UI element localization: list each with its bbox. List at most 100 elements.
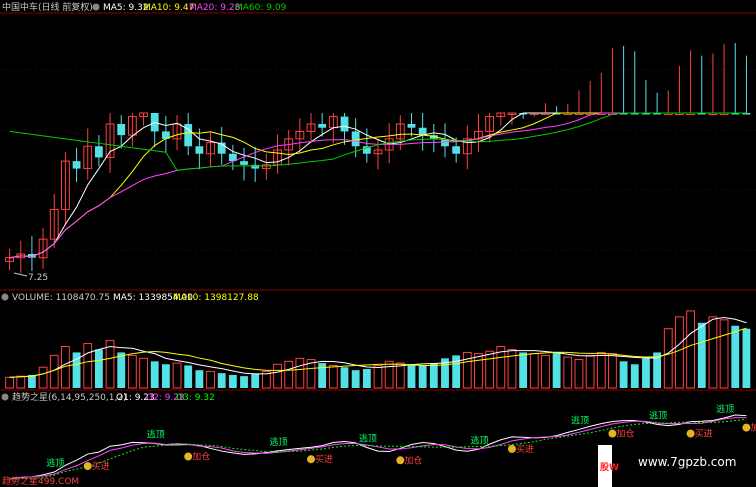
volume-bar — [351, 370, 360, 388]
volume-bar — [485, 350, 495, 389]
watermark-side-text: 股W — [600, 462, 619, 473]
candle-body — [117, 124, 126, 136]
volume-bar — [217, 373, 226, 388]
volume-bar — [139, 357, 148, 389]
add-position-tag: 加仓 — [192, 451, 210, 463]
escape-top-tag: 逃顶 — [470, 434, 488, 446]
volume-bar — [596, 351, 606, 389]
volume-ma10-readout: MA10: 1398127.88 — [173, 293, 259, 303]
watermark-bottom-left: 趋势之星499.COM — [2, 475, 79, 487]
ma5-readout: MA5: 9.32 — [103, 3, 149, 13]
volume-bars-layer — [5, 310, 751, 389]
volume-bar — [608, 353, 617, 389]
volume-bar — [462, 351, 472, 389]
escape-top-tag: 逃顶 — [359, 433, 377, 445]
watermark-url: www.7gpzb.com — [638, 455, 736, 469]
volume-bar — [519, 352, 528, 388]
volume-bar — [340, 367, 349, 388]
escape-top-tag: 逃顶 — [147, 429, 165, 441]
volume-bar — [563, 356, 573, 389]
volume-bar — [228, 374, 237, 388]
volume-bar — [284, 360, 294, 389]
volume-bar — [708, 316, 718, 389]
settings-circle-icon[interactable] — [92, 3, 100, 11]
buy-tag: 买进 — [315, 454, 333, 465]
candle-body — [351, 131, 360, 147]
o3-line — [9, 418, 747, 480]
volume-bar — [642, 358, 650, 388]
volume-bar — [150, 361, 159, 388]
coin-icon — [184, 452, 193, 461]
coin-icon — [507, 444, 516, 453]
low-price-pointer — [13, 272, 28, 277]
volume-bar — [28, 374, 36, 388]
candles-layer — [5, 43, 751, 274]
coin-icon — [396, 456, 405, 465]
volume-bar — [675, 316, 684, 389]
escape-top-tag: 逃顶 — [270, 436, 288, 448]
volume-bar — [407, 364, 416, 388]
buy-tag: 买进 — [516, 444, 534, 455]
add-position-tag: 加仓 — [750, 422, 756, 434]
escape-top-tag: 逃顶 — [649, 409, 667, 421]
escape-top-tag: 逃顶 — [46, 457, 64, 469]
coin-icon — [83, 462, 92, 471]
buy-tag: 买进 — [695, 429, 713, 440]
volume-bar — [630, 364, 639, 388]
o3-readout: O3: 9.32 — [176, 393, 215, 403]
coin-icon — [608, 429, 617, 438]
volume-bar — [184, 365, 193, 388]
candle-body — [418, 127, 427, 136]
volume-bar — [295, 357, 305, 389]
volume-readout: VOLUME: 1108470.75 — [12, 293, 110, 303]
volume-bar — [663, 328, 673, 389]
volume-bar — [395, 362, 405, 389]
volume-bar — [529, 353, 539, 389]
volume-bar — [362, 369, 371, 388]
volume-bar — [38, 366, 48, 389]
volume-bar — [328, 364, 338, 389]
candle-body — [407, 124, 416, 128]
ma20-readout: MA20: 9.28 — [189, 3, 241, 13]
volume-bar — [552, 352, 561, 388]
candle-body — [340, 116, 349, 132]
volume-bar — [731, 325, 740, 388]
volume-bar — [697, 322, 706, 388]
volume-bar — [418, 365, 427, 388]
volume-bar — [127, 354, 137, 389]
volume-bar — [172, 362, 182, 389]
candle-body — [195, 146, 204, 154]
candle-body — [318, 124, 327, 128]
volume-bar — [273, 363, 282, 389]
volume-bar — [161, 364, 170, 388]
volume-bar — [240, 376, 248, 388]
volume-settings-icon[interactable] — [1, 293, 9, 301]
volume-bar — [429, 363, 438, 388]
volume-bar — [318, 363, 327, 388]
volume-bar — [541, 354, 550, 389]
volume-bar — [474, 353, 483, 389]
volume-bar — [16, 375, 26, 389]
volume-bar — [719, 319, 729, 389]
volume-bar — [206, 370, 215, 389]
coin-icon — [307, 455, 316, 464]
low-price-label: 7.25 — [28, 273, 48, 283]
candle-body — [240, 161, 248, 165]
volume-bar — [373, 364, 383, 389]
volume-bar — [742, 328, 751, 388]
stock-chart: 逃顶买进逃顶加仓逃顶买进逃顶加仓逃顶买进逃顶加仓逃顶买进逃顶加仓 中国中车(日线… — [0, 1, 756, 487]
volume-bar — [94, 349, 103, 388]
escape-top-tag: 逃顶 — [571, 414, 589, 426]
candle-body — [452, 146, 461, 154]
volume-bar — [49, 354, 59, 389]
ma10-readout: MA10: 9.47 — [143, 3, 194, 13]
add-position-tag: 加仓 — [404, 454, 422, 466]
escape-top-tag: 逃顶 — [716, 403, 734, 415]
volume-bar — [83, 343, 93, 389]
volume-bar — [384, 360, 394, 389]
volume-bar — [574, 359, 584, 389]
add-position-tag: 加仓 — [616, 428, 634, 440]
indicator-settings-icon[interactable] — [1, 393, 9, 401]
coin-icon — [686, 429, 695, 438]
volume-bar — [117, 352, 126, 388]
